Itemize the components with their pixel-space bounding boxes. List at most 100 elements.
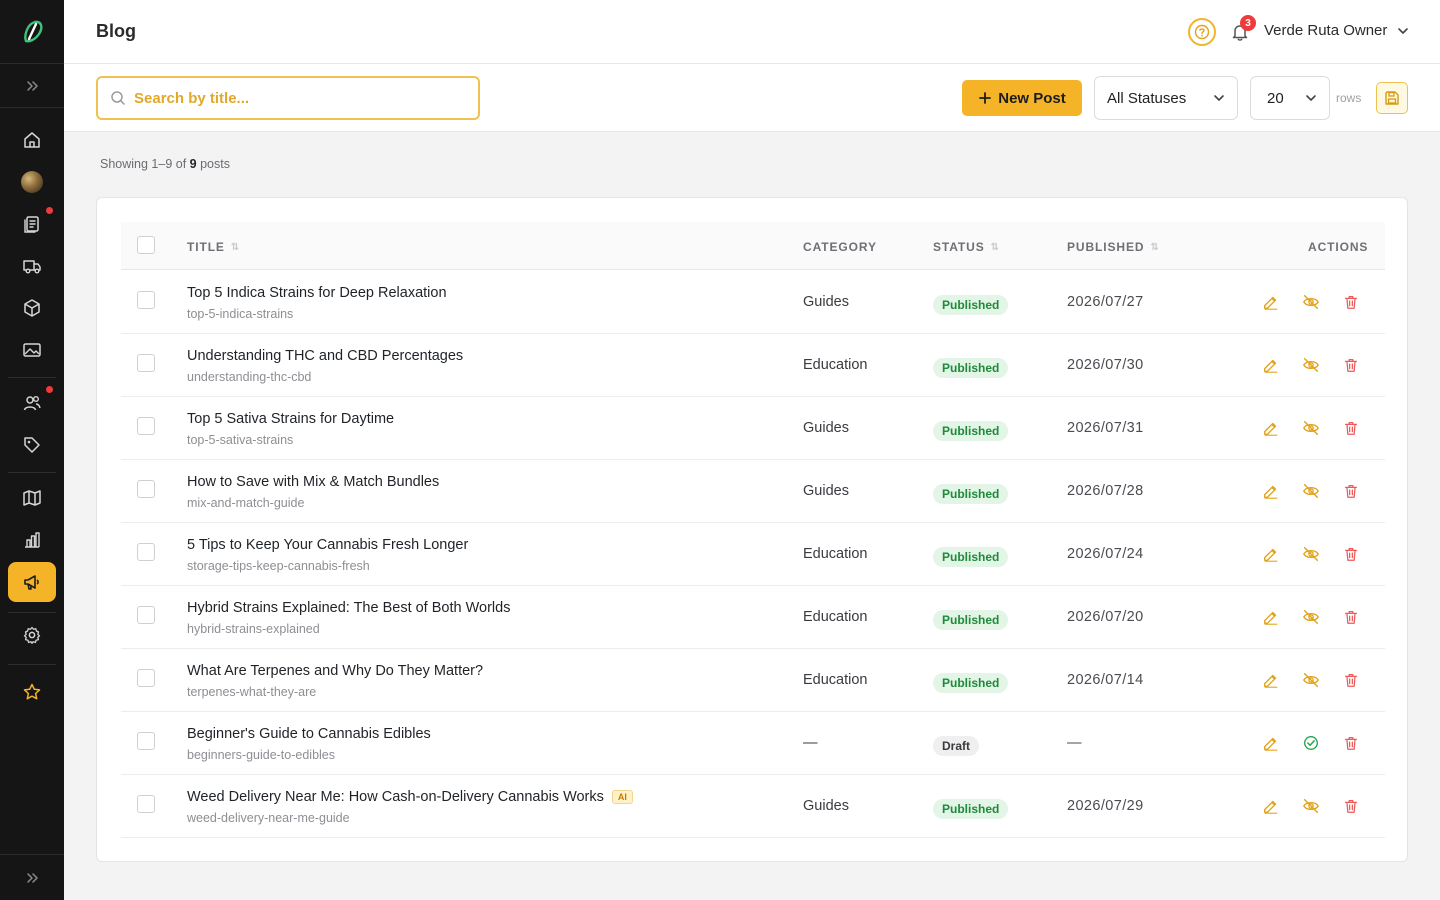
- table-row[interactable]: How to Save with Mix & Match Bundles mix-…: [121, 460, 1385, 523]
- status-badge: Published: [933, 484, 1009, 504]
- table-row[interactable]: Beginner's Guide to Cannabis Edibles begi…: [121, 712, 1385, 775]
- post-title[interactable]: Understanding THC and CBD Percentages: [187, 348, 463, 364]
- check-circle-icon: [1304, 736, 1318, 750]
- edit-icon: [1264, 359, 1278, 373]
- user-menu[interactable]: Verde Ruta Owner: [1264, 22, 1409, 39]
- column-status[interactable]: STATUS ⇅: [933, 240, 1000, 254]
- row-checkbox[interactable]: [137, 291, 155, 309]
- row-checkbox[interactable]: [137, 606, 155, 624]
- delete-button[interactable]: [1341, 292, 1361, 312]
- table-row[interactable]: 5 Tips to Keep Your Cannabis Fresh Longe…: [121, 523, 1385, 586]
- table-row[interactable]: Weed Delivery Near Me: How Cash-on-Deliv…: [121, 775, 1385, 838]
- new-post-button[interactable]: New Post: [962, 80, 1082, 116]
- delete-button[interactable]: [1341, 607, 1361, 627]
- column-title[interactable]: TITLE ⇅: [187, 240, 240, 254]
- edit-button[interactable]: [1261, 544, 1281, 564]
- row-checkbox[interactable]: [137, 354, 155, 372]
- delete-button[interactable]: [1341, 544, 1361, 564]
- notification-dot: [46, 207, 53, 214]
- edit-button[interactable]: [1261, 418, 1281, 438]
- status-filter-select[interactable]: All Statuses: [1094, 76, 1238, 120]
- post-title[interactable]: Weed Delivery Near Me: How Cash-on-Deliv…: [187, 789, 633, 805]
- post-title[interactable]: Top 5 Sativa Strains for Daytime: [187, 411, 394, 427]
- row-checkbox[interactable]: [137, 417, 155, 435]
- save-view-button[interactable]: [1376, 82, 1408, 114]
- row-checkbox[interactable]: [137, 732, 155, 750]
- unpublish-button[interactable]: [1301, 796, 1321, 816]
- search-input[interactable]: [134, 89, 454, 107]
- delete-button[interactable]: [1341, 481, 1361, 501]
- delete-button[interactable]: [1341, 355, 1361, 375]
- unpublish-button[interactable]: [1301, 670, 1321, 690]
- select-all-checkbox[interactable]: [137, 236, 155, 254]
- sidebar-item-analytics-chart[interactable]: [8, 520, 56, 560]
- row-checkbox[interactable]: [137, 669, 155, 687]
- sidebar-item-favorites-star[interactable]: [8, 672, 56, 712]
- column-actions-label: ACTIONS: [1308, 240, 1369, 254]
- post-slug: storage-tips-keep-cannabis-fresh: [187, 559, 370, 573]
- row-checkbox[interactable]: [137, 795, 155, 813]
- sidebar-item-profile-avatar[interactable]: [8, 162, 56, 202]
- new-post-label: New Post: [998, 89, 1066, 107]
- unpublish-button[interactable]: [1301, 292, 1321, 312]
- avatar: [21, 171, 43, 193]
- post-title[interactable]: Beginner's Guide to Cannabis Edibles: [187, 726, 431, 742]
- table-row[interactable]: Understanding THC and CBD Percentages und…: [121, 334, 1385, 397]
- status-badge: Published: [933, 799, 1009, 819]
- post-title[interactable]: How to Save with Mix & Match Bundles: [187, 474, 439, 490]
- delete-button[interactable]: [1341, 418, 1361, 438]
- edit-button[interactable]: [1261, 481, 1281, 501]
- post-title[interactable]: What Are Terpenes and Why Do They Matter…: [187, 663, 483, 679]
- column-published-label: PUBLISHED: [1067, 240, 1145, 254]
- post-title[interactable]: Hybrid Strains Explained: The Best of Bo…: [187, 600, 510, 616]
- table-row[interactable]: What Are Terpenes and Why Do They Matter…: [121, 649, 1385, 712]
- post-slug: mix-and-match-guide: [187, 496, 305, 510]
- sidebar-item-tags[interactable]: [8, 425, 56, 465]
- table-row[interactable]: Hybrid Strains Explained: The Best of Bo…: [121, 586, 1385, 649]
- sidebar-expand-button[interactable]: [0, 64, 64, 108]
- post-title[interactable]: Top 5 Indica Strains for Deep Relaxation: [187, 285, 447, 301]
- sidebar-item-orders[interactable]: [8, 204, 56, 244]
- unpublish-button[interactable]: [1301, 481, 1321, 501]
- delete-button[interactable]: [1341, 796, 1361, 816]
- row-checkbox[interactable]: [137, 543, 155, 561]
- edit-button[interactable]: [1261, 733, 1281, 753]
- sidebar-item-settings-gear[interactable]: [8, 615, 56, 655]
- brand-logo[interactable]: [0, 0, 64, 64]
- rows-per-page-select[interactable]: 20: [1250, 76, 1330, 120]
- sort-icon: ⇅: [1150, 241, 1160, 253]
- eye-off-icon: [1303, 546, 1319, 562]
- sidebar-item-delivery-truck[interactable]: [8, 246, 56, 286]
- sidebar-item-customers-users[interactable]: [8, 383, 56, 423]
- column-published[interactable]: PUBLISHED ⇅: [1067, 240, 1160, 254]
- edit-button[interactable]: [1261, 607, 1281, 627]
- edit-button[interactable]: [1261, 670, 1281, 690]
- edit-button[interactable]: [1261, 292, 1281, 312]
- sidebar-item-products-box[interactable]: [8, 288, 56, 328]
- unpublish-button[interactable]: [1301, 355, 1321, 375]
- sidebar-collapse-button[interactable]: [0, 854, 64, 900]
- delete-button[interactable]: [1341, 733, 1361, 753]
- unpublish-button[interactable]: [1301, 418, 1321, 438]
- table-row[interactable]: Top 5 Sativa Strains for Daytime top-5-sa…: [121, 397, 1385, 460]
- table-row[interactable]: Top 5 Indica Strains for Deep Relaxation…: [121, 271, 1385, 334]
- unpublish-button[interactable]: [1301, 607, 1321, 627]
- sidebar-item-map[interactable]: [8, 478, 56, 518]
- edit-button[interactable]: [1261, 796, 1281, 816]
- help-button[interactable]: [1188, 18, 1216, 46]
- edit-button[interactable]: [1261, 355, 1281, 375]
- status-badge: Draft: [933, 736, 980, 756]
- post-title-text: Weed Delivery Near Me: How Cash-on-Deliv…: [187, 789, 604, 805]
- sidebar-item-home[interactable]: [8, 120, 56, 160]
- column-status-label: STATUS: [933, 240, 985, 254]
- posts-table: TITLE ⇅ CATEGORY STATUS ⇅ PUBLISHED ⇅ ACTIO…: [96, 197, 1408, 862]
- sidebar-item-media-image[interactable]: [8, 330, 56, 370]
- row-checkbox[interactable]: [137, 480, 155, 498]
- unpublish-button[interactable]: [1301, 544, 1321, 564]
- edit-icon: [1264, 674, 1278, 688]
- post-title[interactable]: 5 Tips to Keep Your Cannabis Fresh Longe…: [187, 537, 468, 553]
- delete-button[interactable]: [1341, 670, 1361, 690]
- post-title-text: Top 5 Sativa Strains for Daytime: [187, 411, 395, 427]
- sidebar-item-marketing-megaphone[interactable]: [8, 562, 56, 602]
- publish-button[interactable]: [1301, 733, 1321, 753]
